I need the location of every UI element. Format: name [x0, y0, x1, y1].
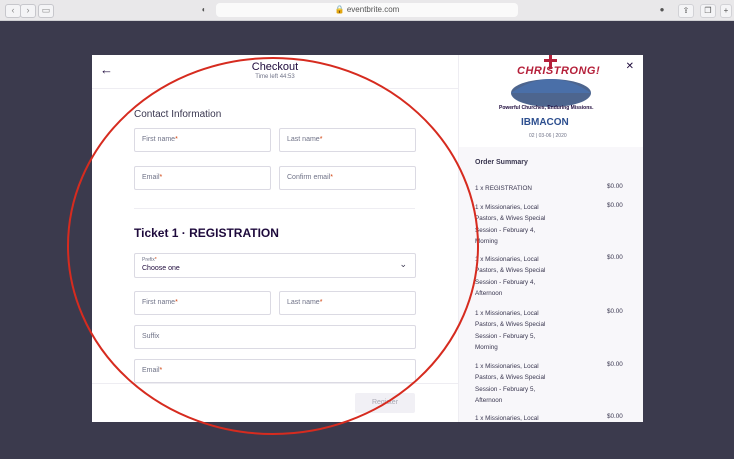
annotation-circle: [67, 57, 479, 435]
